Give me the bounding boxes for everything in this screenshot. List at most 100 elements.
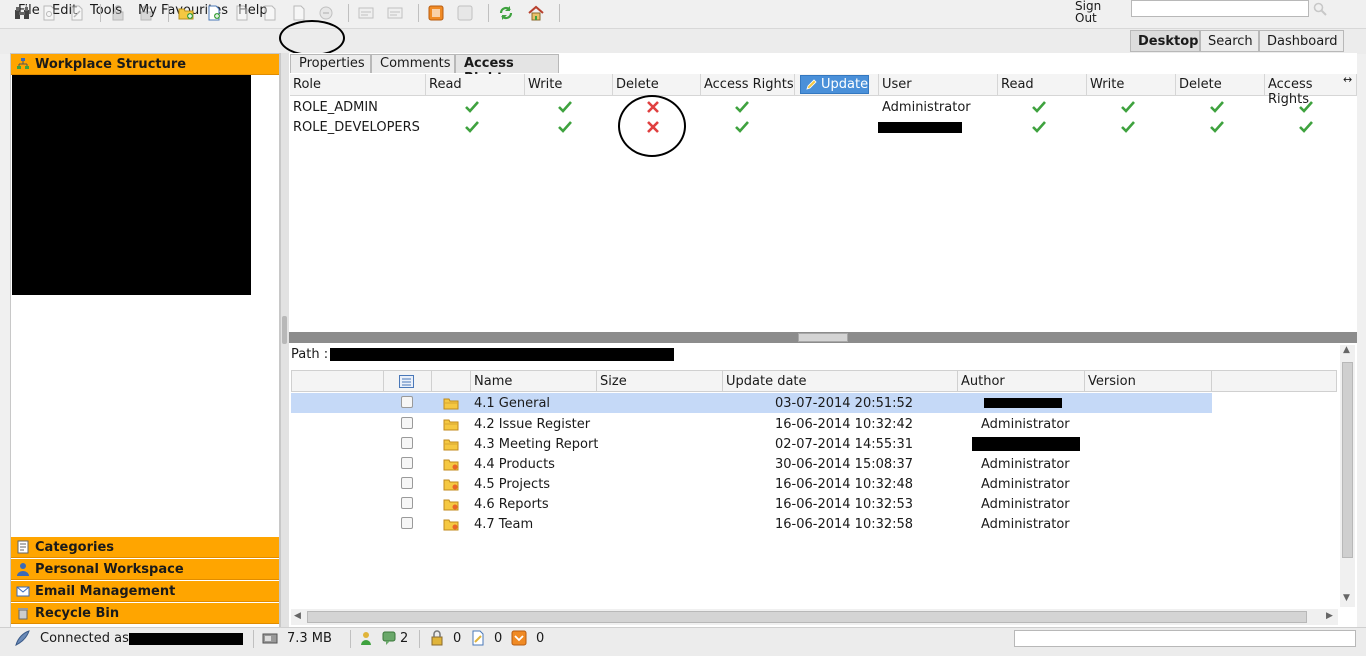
document-icon[interactable] xyxy=(457,5,473,21)
file-name[interactable]: 4.2 Issue Register xyxy=(474,417,590,432)
home-icon[interactable] xyxy=(528,5,544,21)
file-name[interactable]: 4.4 Products xyxy=(474,457,555,472)
col-role-read[interactable]: Read xyxy=(426,74,525,96)
file-name[interactable]: 4.1 General xyxy=(474,396,550,411)
check-icon[interactable] xyxy=(734,100,750,114)
status-separator xyxy=(419,630,420,648)
document-icon[interactable] xyxy=(234,5,250,21)
file-date: 30-06-2014 15:08:37 xyxy=(775,457,914,472)
document-icon[interactable] xyxy=(41,5,57,21)
add-folder-icon[interactable] xyxy=(178,5,194,21)
file-name[interactable]: 4.7 Team xyxy=(474,517,533,532)
folder-icon xyxy=(443,479,459,491)
refresh-icon[interactable] xyxy=(498,5,514,21)
tab-access-rights[interactable]: Access Rights xyxy=(455,54,559,86)
folder-icon xyxy=(443,398,459,410)
properties-icon[interactable] xyxy=(387,5,403,21)
personal-workspace-header[interactable]: Personal Workspace xyxy=(11,559,279,580)
col-name[interactable]: Name xyxy=(471,370,597,392)
column-resize-icon[interactable]: ↔ xyxy=(1343,73,1352,86)
row-checkbox[interactable] xyxy=(401,417,413,429)
col-user[interactable]: User xyxy=(879,74,998,96)
tab-properties[interactable]: Properties xyxy=(290,54,371,73)
splitter-handle[interactable] xyxy=(282,316,287,344)
col-user-write[interactable]: Write xyxy=(1087,74,1176,96)
document-icon[interactable] xyxy=(291,5,307,21)
quick-search-input[interactable] xyxy=(1131,0,1309,17)
check-icon[interactable] xyxy=(1031,120,1047,134)
check-icon[interactable] xyxy=(1209,120,1225,134)
list-icon xyxy=(399,375,414,388)
check-icon[interactable] xyxy=(1120,100,1136,114)
email-management-header[interactable]: Email Management xyxy=(11,581,279,602)
user-icon xyxy=(17,563,29,576)
categories-header[interactable]: Categories xyxy=(11,537,279,558)
file-name[interactable]: 4.6 Reports xyxy=(474,497,549,512)
scroll-left-icon[interactable]: ◀ xyxy=(294,611,301,621)
check-icon[interactable] xyxy=(464,120,480,134)
col-role-write[interactable]: Write xyxy=(525,74,613,96)
workplace-structure-header[interactable]: Workplace Structure xyxy=(11,54,279,75)
scroll-right-icon[interactable]: ▶ xyxy=(1326,611,1333,621)
check-icon[interactable] xyxy=(1120,120,1136,134)
vertical-splitter[interactable] xyxy=(280,53,289,646)
properties-icon[interactable] xyxy=(358,5,374,21)
splitter-handle[interactable] xyxy=(798,333,848,342)
recycle-bin-header[interactable]: Recycle Bin xyxy=(11,603,279,624)
scrollbar-thumb[interactable] xyxy=(307,611,1307,623)
add-document-icon[interactable] xyxy=(206,5,222,21)
check-icon[interactable] xyxy=(557,120,573,134)
check-icon[interactable] xyxy=(1298,120,1314,134)
file-name[interactable]: 4.5 Projects xyxy=(474,477,550,492)
row-checkbox[interactable] xyxy=(401,497,413,509)
col-checkbox[interactable] xyxy=(384,370,432,392)
lock-icon[interactable] xyxy=(110,5,126,21)
col-role-delete[interactable]: Delete xyxy=(613,74,701,96)
tab-desktop[interactable]: Desktop xyxy=(1130,30,1200,52)
magnifier-icon[interactable] xyxy=(1313,2,1327,16)
redacted-user xyxy=(878,122,962,133)
minus-circle-icon[interactable] xyxy=(318,5,334,21)
row-checkbox[interactable] xyxy=(401,437,413,449)
role-name: ROLE_DEVELOPERS xyxy=(293,120,420,135)
subscription-icon xyxy=(511,630,527,646)
col-author[interactable]: Author xyxy=(958,370,1085,392)
tab-dashboard[interactable]: Dashboard xyxy=(1259,30,1344,52)
redacted-path xyxy=(330,348,674,361)
scrollbar-thumb[interactable] xyxy=(1342,362,1353,558)
check-icon[interactable] xyxy=(734,120,750,134)
document-icon[interactable] xyxy=(262,5,278,21)
col-version[interactable]: Version xyxy=(1085,370,1212,392)
tab-search[interactable]: Search xyxy=(1200,30,1259,52)
file-name[interactable]: 4.3 Meeting Reports xyxy=(474,437,598,452)
toolbar-separator xyxy=(488,4,489,22)
scroll-up-icon[interactable]: ▲ xyxy=(1343,345,1350,355)
row-checkbox[interactable] xyxy=(401,517,413,529)
row-checkbox[interactable] xyxy=(401,396,413,408)
col-size[interactable]: Size xyxy=(597,370,723,392)
col-update-date[interactable]: Update date xyxy=(723,370,958,392)
col-user-delete[interactable]: Delete xyxy=(1176,74,1265,96)
unlock-icon[interactable] xyxy=(138,5,154,21)
binoculars-icon[interactable] xyxy=(14,5,30,21)
row-checkbox[interactable] xyxy=(401,477,413,489)
chat-icon xyxy=(382,631,396,645)
sign-out-link[interactable]: Sign Out xyxy=(1075,0,1125,24)
envelope-icon xyxy=(16,586,30,597)
col-user-read[interactable]: Read xyxy=(998,74,1087,96)
col-role[interactable]: Role xyxy=(290,74,426,96)
file-date: 16-06-2014 10:32:42 xyxy=(775,417,914,432)
orange-square-icon[interactable] xyxy=(428,5,444,21)
tab-comments[interactable]: Comments xyxy=(371,54,455,73)
check-icon[interactable] xyxy=(464,100,480,114)
row-checkbox[interactable] xyxy=(401,457,413,469)
table-row[interactable] xyxy=(291,393,1212,413)
check-icon[interactable] xyxy=(1209,100,1225,114)
check-icon[interactable] xyxy=(1298,100,1314,114)
col-role-access-rights[interactable]: Access Rights xyxy=(701,74,795,96)
feather-icon xyxy=(15,630,30,646)
document-edit-icon[interactable] xyxy=(69,5,85,21)
check-icon[interactable] xyxy=(557,100,573,114)
scroll-down-icon[interactable]: ▼ xyxy=(1343,593,1350,603)
check-icon[interactable] xyxy=(1031,100,1047,114)
